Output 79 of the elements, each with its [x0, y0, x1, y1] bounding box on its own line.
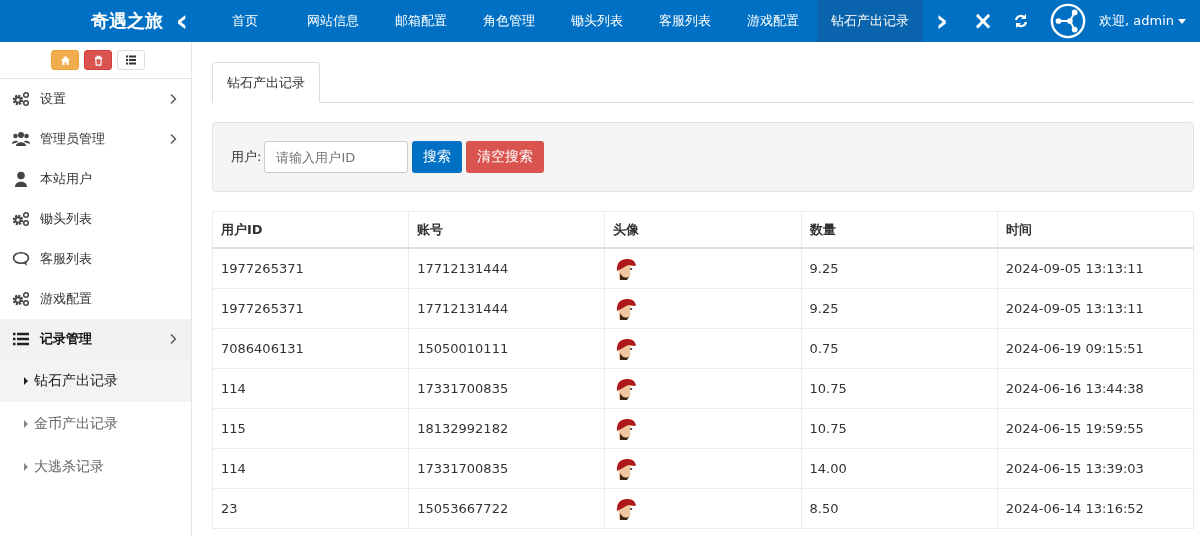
table-cell: 0.75 — [801, 328, 998, 369]
users-icon — [12, 131, 30, 147]
gears-icon — [12, 91, 30, 107]
column-header: 用户ID — [212, 211, 409, 248]
table-cell: 9.25 — [801, 288, 998, 329]
close-tab-button[interactable]: × — [961, 0, 1005, 42]
table-cell: 9.25 — [801, 248, 998, 289]
brand-title: 奇遇之旅 — [90, 9, 163, 33]
table-cell: 2024-06-19 09:15:51 — [997, 328, 1194, 369]
table-cell: 23 — [212, 488, 409, 529]
caret-icon — [1178, 19, 1187, 24]
chat-icon — [12, 251, 30, 267]
list-icon — [12, 331, 30, 347]
table-cell: 2024-06-14 13:16:52 — [997, 488, 1194, 529]
sidebar-subitem[interactable]: 大逃杀记录 — [0, 445, 191, 488]
table-cell: 114 — [212, 368, 409, 409]
table-cell: 1977265371 — [212, 288, 409, 329]
table-cell: 14.00 — [801, 448, 998, 489]
nav-tab[interactable]: 客服列表 — [641, 0, 729, 42]
sidebar-item[interactable]: 设置 — [0, 79, 191, 119]
table-cell: 2024-06-15 19:59:55 — [997, 408, 1194, 449]
sidebar-item[interactable]: 游戏配置 — [0, 279, 191, 319]
table-cell: 2024-06-16 13:44:38 — [997, 368, 1194, 409]
page-tab[interactable]: 钻石产出记录 — [212, 62, 320, 103]
column-header: 账号 — [408, 211, 605, 248]
scroll-right-button[interactable]: › — [923, 0, 961, 42]
table-cell: 17712131444 — [408, 248, 605, 289]
table-cell: 115 — [212, 408, 409, 449]
table-cell: 2024-09-05 13:13:11 — [997, 288, 1194, 329]
clear-search-button[interactable]: 清空搜索 — [466, 141, 545, 173]
nav-tab[interactable]: 角色管理 — [465, 0, 553, 42]
table-cell: 1977265371 — [212, 248, 409, 289]
table-cell: 8.50 — [801, 488, 998, 529]
column-header: 时间 — [997, 211, 1194, 248]
table-cell: 7086406131 — [212, 328, 409, 369]
column-header: 头像 — [604, 211, 802, 248]
home-icon — [59, 54, 71, 66]
gears-icon — [12, 211, 30, 227]
nav-tab[interactable]: 锄头列表 — [553, 0, 641, 42]
sidebar-item[interactable]: 客服列表 — [0, 239, 191, 279]
bullet-icon — [24, 462, 28, 471]
sidebar-subitem[interactable]: 金币产出记录 — [0, 402, 191, 445]
search-button[interactable]: 搜索 — [412, 141, 463, 173]
user-icon — [12, 171, 30, 187]
gears-icon — [12, 291, 30, 307]
user-menu[interactable]: 欢迎, admin — [1093, 11, 1193, 31]
table-cell: 15050010111 — [408, 328, 605, 369]
nav-tab[interactable]: 首页 — [201, 0, 289, 42]
bullet-icon — [24, 376, 28, 385]
list-icon — [125, 54, 137, 66]
table-cell: 10.75 — [801, 368, 998, 409]
table-cell: 15053667722 — [408, 488, 605, 529]
sidebar-item[interactable]: 锄头列表 — [0, 199, 191, 239]
nav-tab[interactable]: 网站信息 — [289, 0, 377, 42]
nav-tab[interactable]: 邮箱配置 — [377, 0, 465, 42]
trash-icon — [92, 54, 104, 66]
delete-button[interactable] — [84, 50, 112, 70]
list-button[interactable] — [117, 50, 145, 70]
sidebar-subitem[interactable]: 钻石产出记录 — [0, 359, 191, 402]
share-logo-icon — [1049, 2, 1087, 40]
table-cell: 17331700835 — [408, 368, 605, 409]
table-cell: 18132992182 — [408, 408, 605, 449]
table-cell: 2024-06-15 13:39:03 — [997, 448, 1194, 489]
table-cell: 2024-09-05 13:13:11 — [997, 248, 1194, 289]
table-cell: 114 — [212, 448, 409, 489]
user-id-field[interactable]: 请输入用户ID — [264, 141, 409, 173]
nav-tab[interactable]: 游戏配置 — [729, 0, 817, 42]
sidebar-item[interactable]: 本站用户 — [0, 159, 191, 199]
sidebar-item[interactable]: 记录管理 — [0, 319, 191, 359]
nav-tab[interactable]: 钻石产出记录 — [817, 0, 923, 42]
column-header: 数量 — [801, 211, 998, 248]
table-cell: 10.75 — [801, 408, 998, 449]
table-cell: 17331700835 — [408, 448, 605, 489]
user-label: 用户: — [231, 148, 262, 166]
sidebar-item[interactable]: 管理员管理 — [0, 119, 191, 159]
scroll-left-button[interactable]: ‹ — [163, 0, 201, 42]
bullet-icon — [24, 419, 28, 428]
refresh-icon[interactable] — [1013, 13, 1029, 29]
table-cell: 17712131444 — [408, 288, 605, 329]
